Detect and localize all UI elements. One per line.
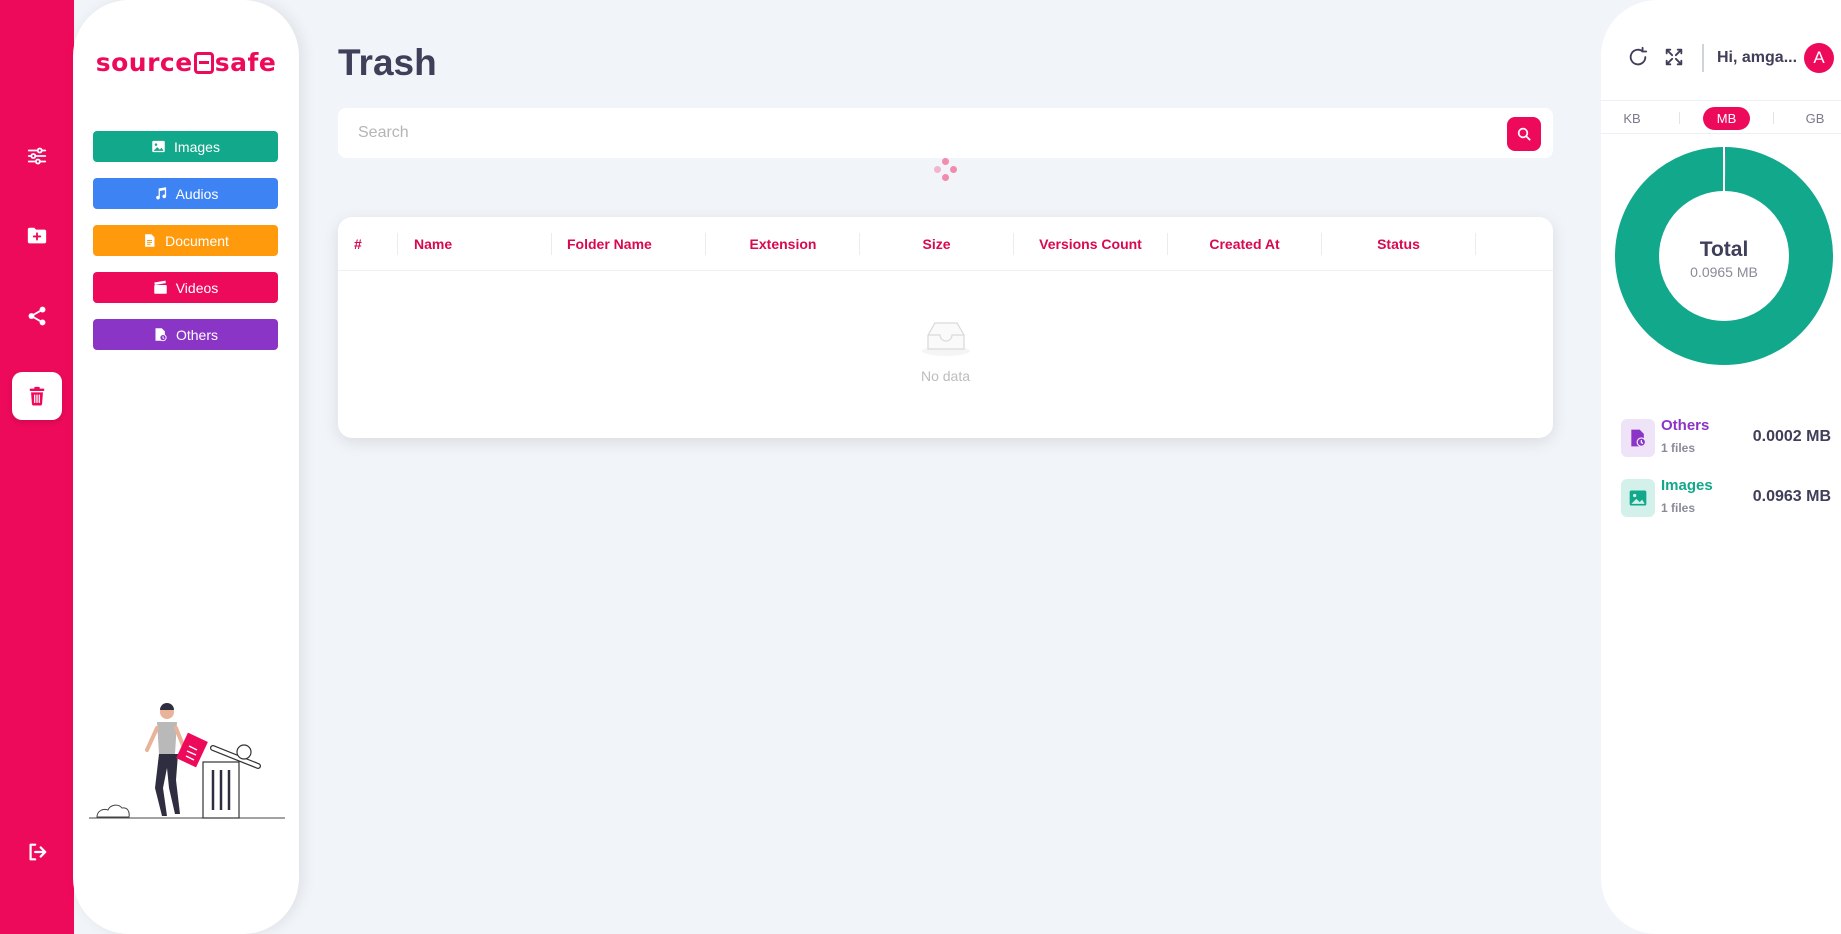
image-icon [152,140,165,153]
app-logo: source safe [95,48,277,77]
column-header-folder-name[interactable]: Folder Name [567,217,652,271]
column-header-index[interactable]: # [354,217,362,271]
category-videos-button[interactable]: Videos [93,272,278,303]
new-folder-button[interactable] [12,212,62,260]
search-input[interactable] [338,108,1488,158]
top-bar: Hi, amga... A [1601,0,1841,101]
column-header-extension[interactable]: Extension [706,217,860,271]
user-greeting[interactable]: Hi, amga... [1717,49,1797,67]
storage-panel: Hi, amga... A KB MB GB Total 0.0965 MB O… [1601,0,1841,934]
legend-size: 0.0002 MB [1752,428,1831,445]
legend-icon-box [1621,479,1655,517]
search-bar [338,108,1553,158]
other-file-icon [155,328,167,342]
column-header-versions-count[interactable]: Versions Count [1014,217,1167,271]
donut-center-label: Total 0.0965 MB [1615,238,1833,280]
column-header-size[interactable]: Size [860,217,1013,271]
music-icon [155,187,166,200]
category-images-button[interactable]: Images [93,131,278,162]
fullscreen-icon[interactable] [1663,46,1685,68]
column-header-created-at[interactable]: Created At [1168,217,1321,271]
unit-selector: KB MB GB [1601,102,1841,134]
unit-gb-option[interactable]: GB [1798,107,1832,130]
unit-kb-option[interactable]: KB [1615,107,1649,130]
logo-mark-icon [193,52,214,74]
legend-name: Others [1661,417,1710,434]
header-divider [1702,44,1704,72]
legend-item-others[interactable]: Others 1 files 0.0002 MB [1621,417,1837,459]
filters-button[interactable] [12,132,62,180]
logout-button[interactable] [12,828,62,876]
left-rail [0,0,74,934]
column-header-status[interactable]: Status [1322,217,1475,271]
trash-nav-button[interactable] [12,372,62,420]
video-icon [153,280,167,294]
folder-plus-icon [27,227,47,244]
legend-icon-box [1621,419,1655,457]
share-icon [28,306,46,326]
other-file-icon [1631,429,1647,447]
column-separator [551,233,552,255]
logout-icon [29,843,47,861]
page-title: Trash [338,42,437,83]
search-button[interactable] [1507,117,1541,151]
unit-separator [1773,112,1774,124]
trash-table: # Name Folder Name Extension Size Versio… [338,217,1553,438]
unit-separator [1679,112,1680,124]
legend-file-count: 1 files [1661,501,1696,515]
legend-file-count: 1 files [1661,441,1696,455]
main-content: Trash # Name Folder Name Extension Size … [338,0,1553,934]
column-separator [397,233,398,255]
loading-spinner-icon [934,158,958,182]
empty-inbox-icon [921,322,970,356]
category-document-button[interactable]: Document [93,225,278,256]
legend-name: Images [1661,477,1713,494]
donut-total-title: Total [1699,238,1749,261]
category-panel: source safe Images Audios Document Videos… [73,0,299,934]
unit-mb-option[interactable]: MB [1703,107,1750,130]
table-header: # Name Folder Name Extension Size Versio… [338,217,1553,271]
refresh-icon[interactable] [1627,46,1649,68]
legend-item-images[interactable]: Images 1 files 0.0963 MB [1621,477,1837,519]
trash-icon [29,386,45,406]
avatar[interactable]: A [1804,43,1834,73]
column-separator [1475,233,1476,255]
column-header-name[interactable]: Name [414,217,452,271]
donut-total-value: 0.0965 MB [1690,264,1758,280]
search-icon [1517,127,1531,141]
sliders-icon [27,147,47,165]
category-audios-button[interactable]: Audios [93,178,278,209]
image-icon [1629,490,1647,506]
document-icon [145,234,155,247]
trash-illustration [89,703,285,819]
shared-button[interactable] [12,292,62,340]
legend-size: 0.0963 MB [1752,488,1831,505]
category-others-button[interactable]: Others [93,319,278,350]
empty-state-text: No data [920,368,971,384]
empty-state: No data [338,317,1553,384]
